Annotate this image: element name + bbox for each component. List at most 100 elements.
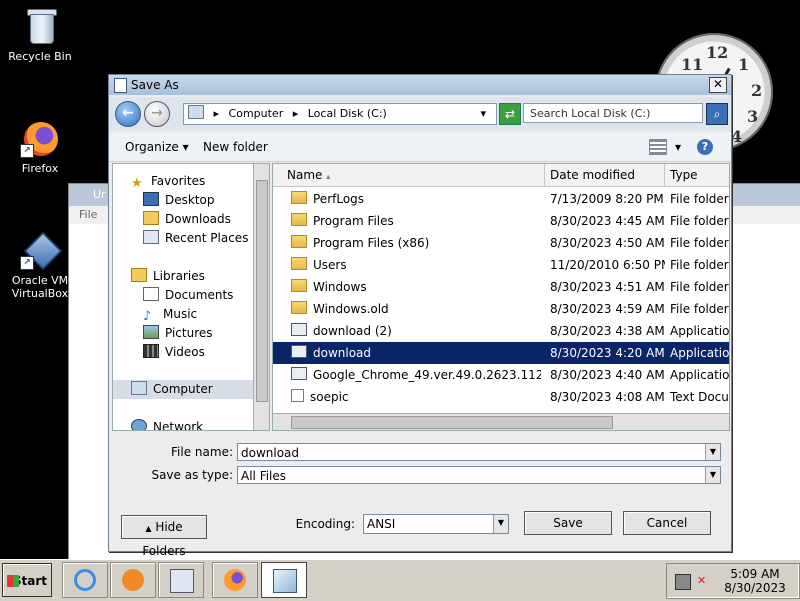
- taskbar-media-player[interactable]: [110, 562, 156, 598]
- taskbar-explorer[interactable]: [158, 562, 204, 598]
- volume-muted-icon[interactable]: ✕: [697, 574, 711, 588]
- file-list-pane: Name ▴ Date modified Type PerfLogs 7/13/2…: [272, 163, 730, 431]
- encoding-select[interactable]: ANSI ▼: [363, 514, 509, 534]
- application-icon: [291, 345, 307, 358]
- file-row[interactable]: Users 11/20/2010 6:50 PM File folder: [273, 254, 729, 276]
- clock-date: 8/30/2023: [724, 581, 786, 595]
- file-row[interactable]: PerfLogs 7/13/2009 8:20 PM File folder: [273, 188, 729, 210]
- organize-button[interactable]: Organize ▾: [125, 139, 189, 155]
- breadcrumb-computer[interactable]: Computer: [229, 107, 284, 120]
- chevron-down-icon[interactable]: ▼: [493, 515, 508, 533]
- file-date-cell: 8/30/2023 4:51 AM: [550, 280, 665, 294]
- pictures-icon: [143, 325, 159, 339]
- chevron-down-icon[interactable]: ▼: [705, 444, 720, 460]
- application-icon: [291, 367, 307, 380]
- folder-icon: [291, 235, 307, 248]
- file-row[interactable]: Program Files (x86) 8/30/2023 4:50 AM File…: [273, 232, 729, 254]
- change-view-icon[interactable]: [649, 139, 667, 155]
- taskbar-firefox[interactable]: [212, 562, 258, 598]
- cancel-button[interactable]: Cancel: [623, 511, 711, 535]
- nav-downloads[interactable]: Downloads: [113, 210, 269, 229]
- file-name-cell: Users: [291, 254, 541, 276]
- start-button[interactable]: Start: [2, 563, 52, 597]
- recycle-bin-icon: [20, 6, 60, 46]
- nav-network[interactable]: Network: [113, 418, 269, 430]
- encoding-value: ANSI: [367, 517, 396, 531]
- nav-recent-places[interactable]: Recent Places: [113, 229, 269, 248]
- taskbar-notepad[interactable]: [261, 562, 307, 598]
- file-row[interactable]: soepic 8/30/2023 4:08 AM Text Docum: [273, 386, 729, 408]
- taskbar-clock[interactable]: 5:09 AM 8/30/2023: [715, 567, 795, 595]
- file-row[interactable]: download 8/30/2023 4:20 AM Application: [273, 342, 729, 364]
- refresh-button[interactable]: ⇄: [499, 103, 521, 125]
- column-header-date[interactable]: Date modified: [545, 164, 665, 186]
- desktop-icon-virtualbox[interactable]: ↗ Oracle VM VirtualBox: [3, 230, 77, 300]
- desktop-icon-label: Firefox: [21, 162, 59, 175]
- back-button[interactable]: ←: [115, 101, 141, 127]
- nav-computer[interactable]: Computer: [113, 380, 269, 399]
- help-icon[interactable]: ?: [697, 139, 713, 155]
- view-options-chevron-icon[interactable]: ▾: [675, 139, 681, 155]
- file-row[interactable]: Windows.old 8/30/2023 4:59 AM File folder: [273, 298, 729, 320]
- folder-icon: [291, 191, 307, 204]
- navigation-scrollbar[interactable]: [253, 164, 269, 430]
- save-button[interactable]: Save: [524, 511, 612, 535]
- file-type-cell: File folder: [670, 214, 729, 228]
- save-as-dialog: Save As ✕ ← → ▸ Computer ▸ Local Disk (C…: [108, 74, 732, 558]
- search-input[interactable]: Search Local Disk (C:): [523, 103, 703, 123]
- chevron-right-icon: ▸: [213, 107, 220, 120]
- file-list-horizontal-scrollbar[interactable]: [273, 413, 729, 430]
- desktop-icon-label: Recycle Bin: [8, 50, 72, 63]
- explorer-icon: [170, 569, 194, 593]
- file-date-cell: 8/30/2023 4:38 AM: [550, 324, 665, 338]
- column-header-type[interactable]: Type: [665, 164, 729, 186]
- network-icon: [131, 419, 147, 430]
- file-date-cell: 8/30/2023 4:20 AM: [550, 346, 665, 360]
- desktop-icon-label: Oracle VM VirtualBox: [11, 274, 69, 300]
- nav-libraries[interactable]: Libraries: [113, 267, 269, 286]
- network-tray-icon[interactable]: [675, 574, 691, 590]
- nav-favorites[interactable]: ★ Favorites: [113, 172, 269, 191]
- nav-desktop[interactable]: Desktop: [113, 191, 269, 210]
- file-row[interactable]: Program Files 8/30/2023 4:45 AM File folde…: [273, 210, 729, 232]
- breadcrumb-local-disk[interactable]: Local Disk (C:): [308, 107, 387, 120]
- nav-documents[interactable]: Documents: [113, 286, 269, 305]
- desktop-icon-recycle-bin[interactable]: Recycle Bin: [3, 6, 77, 63]
- search-icon[interactable]: ⌕: [706, 103, 728, 125]
- column-header-name[interactable]: Name ▴: [273, 164, 545, 186]
- file-name-cell: PerfLogs: [291, 188, 541, 210]
- computer-icon: [188, 105, 204, 119]
- file-name-cell: Program Files: [291, 210, 541, 232]
- address-bar[interactable]: ▸ Computer ▸ Local Disk (C:) ▾: [183, 103, 497, 125]
- nav-videos[interactable]: Videos: [113, 343, 269, 362]
- file-name-cell: Program Files (x86): [291, 232, 541, 254]
- videos-icon: [143, 344, 159, 358]
- file-row[interactable]: Windows 8/30/2023 4:51 AM File folder: [273, 276, 729, 298]
- save-as-type-label: Save as type:: [151, 468, 233, 482]
- chevron-down-icon[interactable]: ▼: [705, 467, 720, 483]
- file-name-input[interactable]: download ▼: [237, 443, 721, 461]
- dialog-titlebar[interactable]: Save As ✕: [109, 75, 731, 95]
- new-folder-button[interactable]: New folder: [203, 139, 268, 155]
- taskbar-internet-explorer[interactable]: [62, 562, 108, 598]
- close-button[interactable]: ✕: [709, 77, 727, 93]
- save-as-type-select[interactable]: All Files ▼: [237, 466, 721, 484]
- hide-folders-button[interactable]: ▲ Hide Folders: [121, 515, 207, 558]
- nav-pictures[interactable]: Pictures: [113, 324, 269, 343]
- file-type-cell: File folder: [670, 280, 729, 294]
- file-date-cell: 8/30/2023 4:40 AM: [550, 368, 665, 382]
- file-date-cell: 8/30/2023 4:50 AM: [550, 236, 665, 250]
- file-name-value: download: [241, 446, 300, 460]
- notepad-icon: [114, 78, 127, 93]
- nav-music[interactable]: ♪ Music: [113, 305, 269, 324]
- forward-button[interactable]: →: [144, 101, 170, 127]
- file-row[interactable]: download (2) 8/30/2023 4:38 AM Application: [273, 320, 729, 342]
- save-as-type-value: All Files: [241, 469, 287, 483]
- file-row[interactable]: Google_Chrome_49.ver.49.0.2623.112.Multi…: [273, 364, 729, 386]
- recent-places-icon: [143, 230, 159, 244]
- notepad-icon: [273, 569, 297, 593]
- desktop-icon-firefox[interactable]: ↗ Firefox: [3, 118, 77, 175]
- file-date-cell: 8/30/2023 4:08 AM: [550, 390, 665, 404]
- dialog-title: Save As: [131, 78, 179, 92]
- chevron-down-icon[interactable]: ▾: [480, 104, 486, 124]
